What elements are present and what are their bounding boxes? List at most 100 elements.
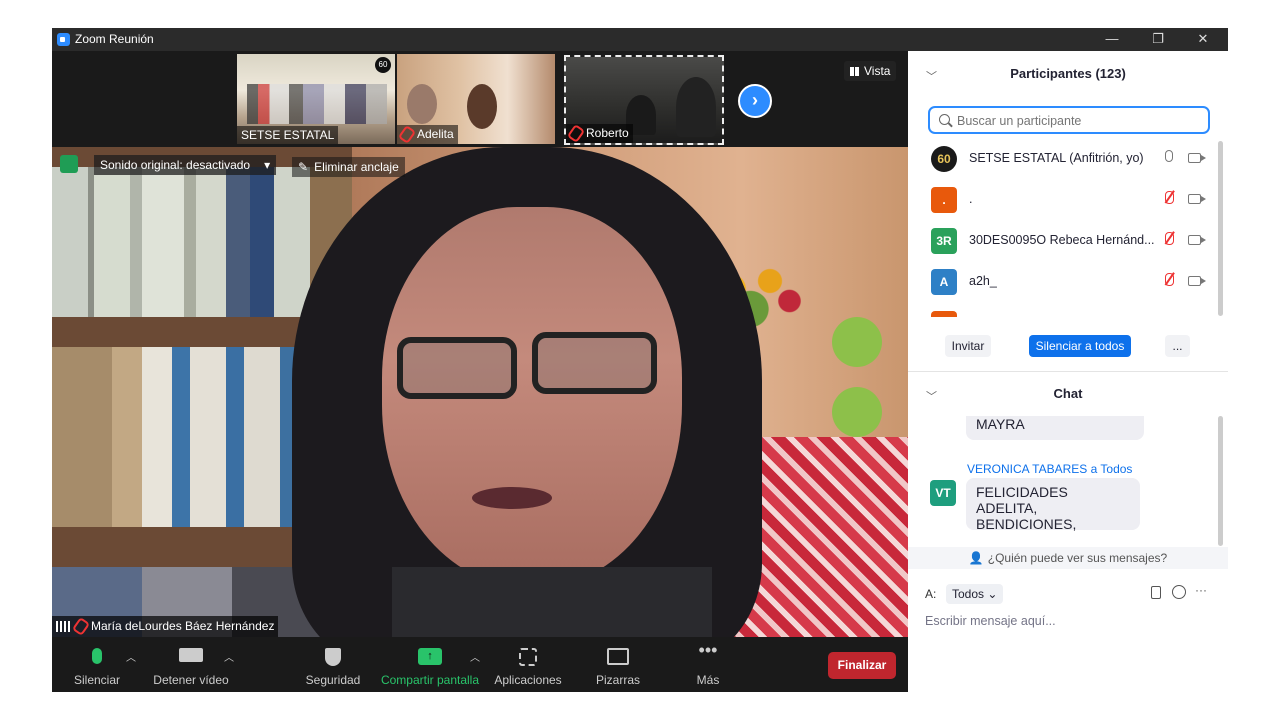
participant-avatar: A bbox=[931, 269, 957, 295]
more-button[interactable]: ••• Más bbox=[678, 637, 738, 692]
end-meeting-button[interactable]: Finalizar bbox=[828, 652, 896, 679]
original-sound-dropdown[interactable]: Sonido original: desactivado ▾ bbox=[94, 155, 277, 175]
mute-button[interactable]: Silenciar bbox=[62, 637, 132, 692]
zoom-window: Zoom Reunión — ❐ ✕ 60 SETSE ESTATAL Adel… bbox=[52, 28, 1228, 692]
participant-name: . bbox=[969, 192, 973, 206]
main-video[interactable]: Sonido original: desactivado ▾ ✎ Eliminar … bbox=[52, 147, 908, 637]
restore-button[interactable]: ❐ bbox=[1140, 30, 1176, 48]
muted-mic-icon[interactable] bbox=[1165, 191, 1174, 204]
zoom-logo-icon bbox=[57, 33, 70, 46]
chat-message-line: FELICIDADES ADELITA, bbox=[976, 484, 1068, 516]
recipient-selector[interactable]: Todos ⌄ bbox=[946, 584, 1004, 604]
muted-mic-icon bbox=[71, 616, 91, 637]
whiteboards-button[interactable]: Pizarras bbox=[588, 637, 648, 692]
participant-row[interactable]: A a2h_ bbox=[908, 261, 1228, 301]
next-page-button[interactable]: › bbox=[738, 84, 772, 118]
participant-avatar: 60 bbox=[931, 146, 957, 172]
participants-scrollbar[interactable] bbox=[1218, 141, 1223, 316]
thumbnail-name: Adelita bbox=[397, 124, 458, 144]
chat-title: Chat bbox=[1053, 386, 1083, 401]
dropdown-caret-icon: ▾ bbox=[264, 158, 271, 172]
sender-avatar: VT bbox=[930, 480, 956, 506]
share-options-caret-icon[interactable]: ︿ bbox=[470, 649, 480, 664]
participant-row[interactable]: 60 SETSE ESTATAL (Anfitrión, yo) bbox=[908, 138, 1228, 178]
whiteboards-label: Pizarras bbox=[595, 673, 640, 687]
encryption-shield-icon[interactable] bbox=[60, 155, 78, 173]
muted-mic-icon[interactable] bbox=[1165, 232, 1174, 245]
participant-avatar-partial bbox=[931, 311, 957, 317]
share-screen-label: Compartir pantalla bbox=[380, 673, 480, 687]
muted-mic-icon[interactable] bbox=[1165, 273, 1174, 286]
badge-60-icon: 60 bbox=[375, 57, 391, 73]
microphone-icon bbox=[92, 648, 102, 664]
unpin-button[interactable]: ✎ Eliminar anclaje bbox=[292, 157, 405, 177]
person-info-icon: 👤 bbox=[968, 551, 984, 565]
more-dots-icon: ••• bbox=[698, 640, 718, 660]
thumbnail-name: Roberto bbox=[566, 123, 633, 143]
speaker-name-bar: María deLourdes Báez Hernández bbox=[52, 615, 279, 637]
person-shirt bbox=[392, 567, 712, 637]
apps-label: Aplicaciones bbox=[494, 673, 562, 687]
video-camera-icon bbox=[179, 648, 203, 662]
mouth bbox=[472, 487, 552, 509]
shield-icon bbox=[325, 648, 341, 666]
person-shape bbox=[467, 84, 497, 129]
minimize-button[interactable]: — bbox=[1094, 30, 1130, 48]
view-button[interactable]: Vista bbox=[844, 61, 897, 81]
video-camera-icon[interactable] bbox=[1188, 194, 1206, 204]
share-screen-icon: ↑ bbox=[418, 648, 442, 665]
participant-search-input[interactable] bbox=[955, 111, 1209, 131]
share-screen-button[interactable]: ↑ Compartir pantalla bbox=[378, 637, 482, 692]
security-button[interactable]: Seguridad bbox=[300, 637, 366, 692]
chat-message-input[interactable]: Escribir mensaje aquí... bbox=[925, 614, 1215, 634]
file-icon[interactable] bbox=[1151, 586, 1161, 599]
security-label: Seguridad bbox=[305, 673, 361, 687]
more-label: Más bbox=[696, 673, 720, 687]
video-options-caret-icon[interactable]: ︿ bbox=[224, 649, 234, 664]
participant-row[interactable]: . . bbox=[908, 179, 1228, 219]
video-camera-icon[interactable] bbox=[1188, 276, 1206, 286]
apple bbox=[832, 317, 882, 367]
participant-name: a2h_ bbox=[969, 274, 997, 288]
microphone-icon[interactable] bbox=[1165, 150, 1173, 162]
emoji-icon[interactable] bbox=[1172, 585, 1186, 599]
close-button[interactable]: ✕ bbox=[1185, 30, 1221, 48]
participant-name: SETSE ESTATAL (Anfitrión, yo) bbox=[969, 151, 1144, 165]
participant-search[interactable] bbox=[928, 106, 1210, 134]
invite-button[interactable]: Invitar bbox=[945, 335, 991, 357]
apps-button[interactable]: Aplicaciones bbox=[490, 637, 566, 692]
video-camera-icon[interactable] bbox=[1188, 153, 1206, 163]
participant-avatar: 3R bbox=[931, 228, 957, 254]
signal-bars-icon bbox=[56, 621, 70, 632]
panel-divider bbox=[908, 371, 1228, 372]
chevron-down-icon: ⌄ bbox=[987, 587, 998, 601]
participant-row[interactable]: 3R 30DES0095O Rebeca Hernánd... bbox=[908, 220, 1228, 260]
chat-message-bubble: MAYRA bbox=[966, 416, 1144, 440]
who-can-see-messages[interactable]: 👤 ¿Quién puede ver sus mensajes? bbox=[908, 547, 1228, 569]
chat-message-line: BENDICIONES, bbox=[976, 516, 1077, 532]
apple bbox=[832, 387, 882, 437]
mute-label: Silenciar bbox=[73, 673, 121, 687]
chat-sender: VERONICA TABARES a Todos bbox=[967, 462, 1133, 476]
chat-scrollbar[interactable] bbox=[1218, 416, 1223, 546]
muted-mic-icon bbox=[566, 123, 586, 143]
thumbnail-adelita[interactable]: Adelita bbox=[397, 54, 555, 144]
title-bar: Zoom Reunión — ❐ ✕ bbox=[52, 28, 1228, 51]
search-icon bbox=[939, 114, 950, 125]
meeting-toolbar: Silenciar ︿ Detener vídeo ︿ Seguridad ↑ … bbox=[52, 637, 908, 692]
recipient-prefix: A: bbox=[925, 587, 937, 601]
participant-name: 30DES0095O Rebeca Hernánd... bbox=[969, 233, 1155, 247]
chat-more-icon[interactable]: ··· bbox=[1195, 583, 1207, 597]
stop-video-button[interactable]: Detener vídeo bbox=[148, 637, 234, 692]
person-shape bbox=[676, 77, 716, 137]
mute-all-button[interactable]: Silenciar a todos bbox=[1029, 335, 1131, 357]
muted-mic-icon bbox=[397, 124, 417, 144]
glasses-right bbox=[532, 332, 657, 394]
thumbnail-setse[interactable]: 60 SETSE ESTATAL bbox=[237, 54, 395, 144]
whiteboard-icon bbox=[607, 648, 629, 665]
glasses-left bbox=[397, 337, 517, 399]
thumbnail-roberto[interactable]: Roberto bbox=[564, 55, 724, 145]
audio-options-caret-icon[interactable]: ︿ bbox=[126, 649, 136, 664]
participants-more-button[interactable]: ... bbox=[1165, 335, 1190, 357]
video-camera-icon[interactable] bbox=[1188, 235, 1206, 245]
